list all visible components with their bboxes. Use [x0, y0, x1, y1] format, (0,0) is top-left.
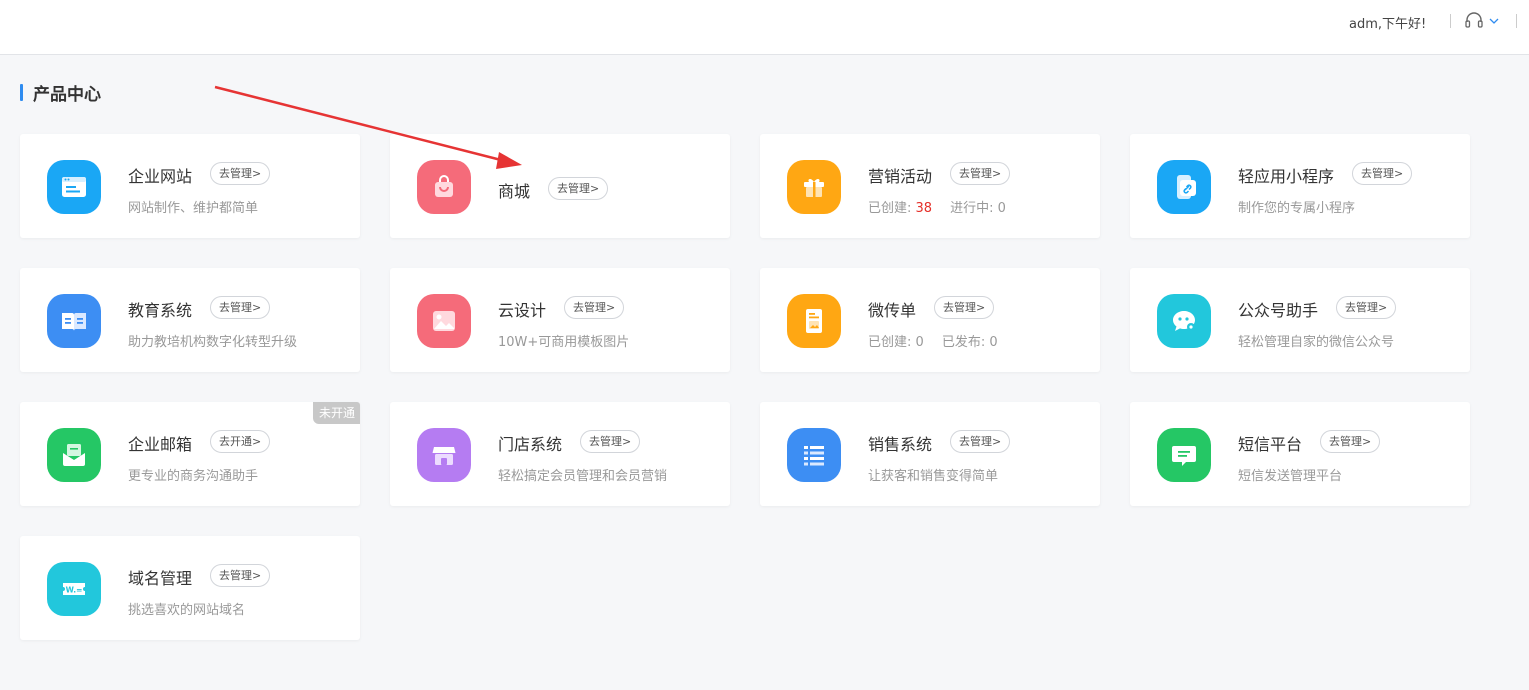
list-icon: [787, 428, 841, 482]
running-label: 进行中:: [950, 201, 994, 216]
manage-button[interactable]: 去管理>: [548, 177, 609, 200]
headset-icon[interactable]: [1463, 9, 1485, 31]
product-card-mail[interactable]: 未开通 企业邮箱 去开通> 更专业的商务沟通助手: [20, 402, 360, 506]
card-title: 域名管理: [128, 569, 193, 588]
chevron-down-icon[interactable]: [1487, 13, 1501, 27]
product-card-domain[interactable]: W.= 域名管理 去管理> 挑选喜欢的网站域名: [20, 536, 360, 640]
divider: [1450, 14, 1451, 28]
created-count: 38: [915, 201, 933, 216]
top-bar: adm,下午好!: [0, 0, 1529, 55]
domain-icon-text: W.=: [66, 586, 83, 595]
shopping-bag-icon: [417, 160, 471, 214]
card-description: 轻松搞定会员管理和会员营销: [498, 469, 668, 484]
activate-button[interactable]: 去开通>: [210, 430, 271, 453]
card-description: 短信发送管理平台: [1238, 469, 1343, 484]
published-label: 已发布:: [941, 335, 986, 350]
manage-button[interactable]: 去管理>: [934, 296, 995, 319]
card-title: 门店系统: [498, 435, 563, 454]
manage-button[interactable]: 去管理>: [210, 564, 271, 587]
section-accent-bar: [20, 83, 23, 101]
product-card-store[interactable]: 门店系统 去管理> 轻松搞定会员管理和会员营销: [390, 402, 730, 506]
card-description: 让获客和销售变得简单: [868, 469, 999, 484]
manage-button[interactable]: 去管理>: [1336, 296, 1397, 319]
product-card-official-account[interactable]: 公众号助手 去管理> 轻松管理自家的微信公众号: [1130, 268, 1470, 372]
card-title: 轻应用小程序: [1238, 167, 1335, 186]
card-description: 10W+可商用模板图片: [498, 335, 630, 350]
card-stats: 已创建: 0 已发布: 0: [868, 331, 998, 350]
product-card-mall[interactable]: 商城 去管理>: [390, 134, 730, 238]
product-card-sms[interactable]: 短信平台 去管理> 短信发送管理平台: [1130, 402, 1470, 506]
card-description: 助力教培机构数字化转型升级: [128, 335, 298, 350]
card-description: 制作您的专属小程序: [1238, 201, 1356, 216]
running-count: 0: [997, 201, 1006, 216]
section-heading: 产品中心: [20, 82, 101, 105]
section-title: 产品中心: [33, 84, 101, 105]
card-title: 云设计: [498, 301, 547, 320]
card-description: 挑选喜欢的网站域名: [128, 603, 246, 618]
product-card-mini-program[interactable]: 轻应用小程序 去管理> 制作您的专属小程序: [1130, 134, 1470, 238]
not-activated-badge: 未开通: [312, 402, 360, 424]
published-count: 0: [989, 335, 998, 350]
product-card-education[interactable]: 教育系统 去管理> 助力教培机构数字化转型升级: [20, 268, 360, 372]
mail-icon: [47, 428, 101, 482]
card-description: 更专业的商务沟通助手: [128, 469, 259, 484]
created-count: 0: [915, 335, 924, 350]
card-title: 商城: [498, 182, 531, 201]
product-card-flyer[interactable]: 微传单 去管理> 已创建: 0 已发布: 0: [760, 268, 1100, 372]
manage-button[interactable]: 去管理>: [580, 430, 641, 453]
manage-button[interactable]: 去管理>: [210, 296, 271, 319]
store-icon: [417, 428, 471, 482]
card-title: 微传单: [868, 301, 917, 320]
manage-button[interactable]: 去管理>: [950, 430, 1011, 453]
book-icon: [47, 294, 101, 348]
divider: [1516, 14, 1517, 28]
card-description: 网站制作、维护都简单: [128, 201, 259, 216]
wechat-bubble-icon: [1157, 294, 1211, 348]
manage-button[interactable]: 去管理>: [1352, 162, 1413, 185]
domain-icon: W.=: [47, 562, 101, 616]
product-card-sales[interactable]: 销售系统 去管理> 让获客和销售变得简单: [760, 402, 1100, 506]
gift-icon: [787, 160, 841, 214]
card-title: 企业网站: [128, 167, 193, 186]
sms-icon: [1157, 428, 1211, 482]
manage-button[interactable]: 去管理>: [1320, 430, 1381, 453]
card-description: 轻松管理自家的微信公众号: [1238, 335, 1395, 350]
card-title: 短信平台: [1238, 435, 1303, 454]
card-title: 营销活动: [868, 167, 933, 186]
product-card-website[interactable]: 企业网站 去管理> 网站制作、维护都简单: [20, 134, 360, 238]
website-icon: [47, 160, 101, 214]
user-greeting[interactable]: adm,下午好!: [1349, 13, 1426, 32]
product-card-marketing[interactable]: 营销活动 去管理> 已创建: 38 进行中: 0: [760, 134, 1100, 238]
manage-button[interactable]: 去管理>: [210, 162, 271, 185]
manage-button[interactable]: 去管理>: [950, 162, 1011, 185]
card-title: 公众号助手: [1238, 301, 1319, 320]
manage-button[interactable]: 去管理>: [564, 296, 625, 319]
image-icon: [417, 294, 471, 348]
mini-program-icon: [1157, 160, 1211, 214]
product-card-cloud-design[interactable]: 云设计 去管理> 10W+可商用模板图片: [390, 268, 730, 372]
created-label: 已创建:: [868, 335, 912, 350]
card-stats: 已创建: 38 进行中: 0: [868, 197, 1006, 216]
card-title: 企业邮箱: [128, 435, 193, 454]
created-label: 已创建:: [868, 201, 912, 216]
flyer-icon: [787, 294, 841, 348]
card-title: 销售系统: [868, 435, 933, 454]
card-title: 教育系统: [128, 301, 193, 320]
